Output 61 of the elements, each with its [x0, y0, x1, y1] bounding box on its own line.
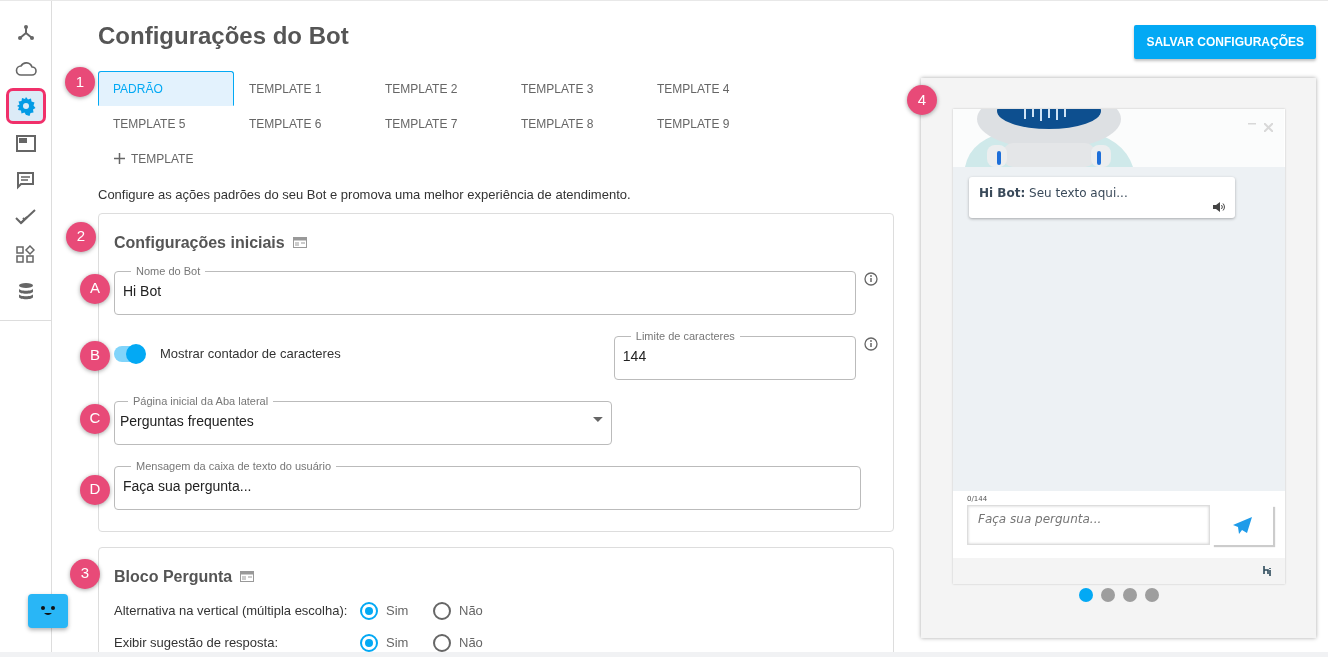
page-title: Configurações do Bot: [98, 21, 349, 51]
text-field[interactable]: Limite de caracteres 144: [613, 330, 856, 380]
settings-icon: [15, 96, 36, 116]
toggle-label: Mostrar contador de caracteres: [160, 344, 341, 363]
annotation-marker: 2: [66, 221, 96, 252]
template-tab[interactable]: TEMPLATE 3: [506, 71, 642, 106]
window-icon: [15, 134, 36, 152]
annotation-marker: C: [80, 403, 110, 434]
annotation-marker: A: [80, 273, 110, 304]
annotation-marker: D: [80, 474, 110, 505]
speaker-icon[interactable]: [1213, 202, 1225, 212]
send-icon: [1233, 516, 1252, 534]
message-input[interactable]: Faça sua pergunta...: [967, 505, 1210, 545]
plus-icon: [114, 153, 125, 164]
field-label: Limite de caracteres: [634, 330, 736, 342]
text-field[interactable]: Mensagem da caixa de texto do usuário Faça sua pergunta...: [114, 460, 861, 510]
send-button[interactable]: [1212, 505, 1273, 545]
field-label: Mensagem da caixa de texto do usuário: [135, 460, 333, 472]
cloud-icon: [14, 61, 37, 77]
radio-label: Sim: [386, 633, 409, 652]
caret-icon: [593, 416, 603, 422]
radio-button[interactable]: [433, 601, 451, 620]
template-tab[interactable]: TEMPLATE 7: [370, 106, 506, 141]
section-title: Configurações iniciais: [114, 232, 285, 253]
info-icon[interactable]: [864, 272, 878, 287]
toggle-switch[interactable]: [114, 345, 144, 362]
annotation-marker: B: [80, 340, 110, 371]
option-label: Exibir sugestão de resposta:: [114, 633, 280, 652]
template-tab[interactable]: TEMPLATE 9: [642, 106, 778, 141]
widgets-icon: [16, 244, 35, 264]
info-icon[interactable]: [864, 337, 878, 352]
text-field[interactable]: Nome do Bot Hi Bot: [114, 265, 856, 315]
template-tab[interactable]: TEMPLATE 4: [642, 71, 778, 106]
bot-message-text: Hi Bot: Seu texto aqui...: [979, 185, 1129, 202]
radio-button[interactable]: [360, 601, 378, 620]
template-tab[interactable]: TEMPLATE 1: [234, 71, 370, 106]
database-icon: [17, 282, 34, 300]
annotation-marker: 4: [907, 85, 937, 115]
network-icon: [16, 23, 35, 41]
dropdown-field[interactable]: Página inicial da Aba lateral Perguntas frequentes: [114, 395, 612, 445]
sidebar-item[interactable]: [8, 91, 43, 121]
template-tab[interactable]: TEMPLATE 2: [370, 71, 506, 106]
chat-launcher-button[interactable]: [28, 594, 68, 628]
field-label: Página inicial da Aba lateral: [132, 395, 270, 407]
radio-label: Sim: [386, 601, 409, 620]
annotation-marker: 3: [70, 558, 100, 589]
add-template-button[interactable]: TEMPLATE: [98, 141, 194, 176]
panel-icon: [292, 237, 307, 248]
template-tab[interactable]: TEMPLATE 8: [506, 106, 642, 141]
option-label: Alternativa na vertical (múltipla escolha):: [114, 601, 349, 620]
radio-label: Não: [459, 601, 483, 620]
template-tab[interactable]: TEMPLATE 5: [98, 106, 234, 141]
template-tab[interactable]: TEMPLATE 6: [234, 106, 370, 141]
field-label: Nome do Bot: [135, 265, 202, 277]
radio-label: Não: [459, 633, 483, 652]
description-text: Configure as ações padrões do seu Bot e promova uma melhor experiência de atendimento.: [98, 186, 632, 204]
chat-icon: [16, 170, 35, 190]
section-title: Bloco Pergunta: [114, 566, 233, 587]
annotation-marker: 1: [65, 67, 95, 97]
panel-icon: [240, 571, 255, 582]
logo-icon: [1263, 566, 1274, 576]
